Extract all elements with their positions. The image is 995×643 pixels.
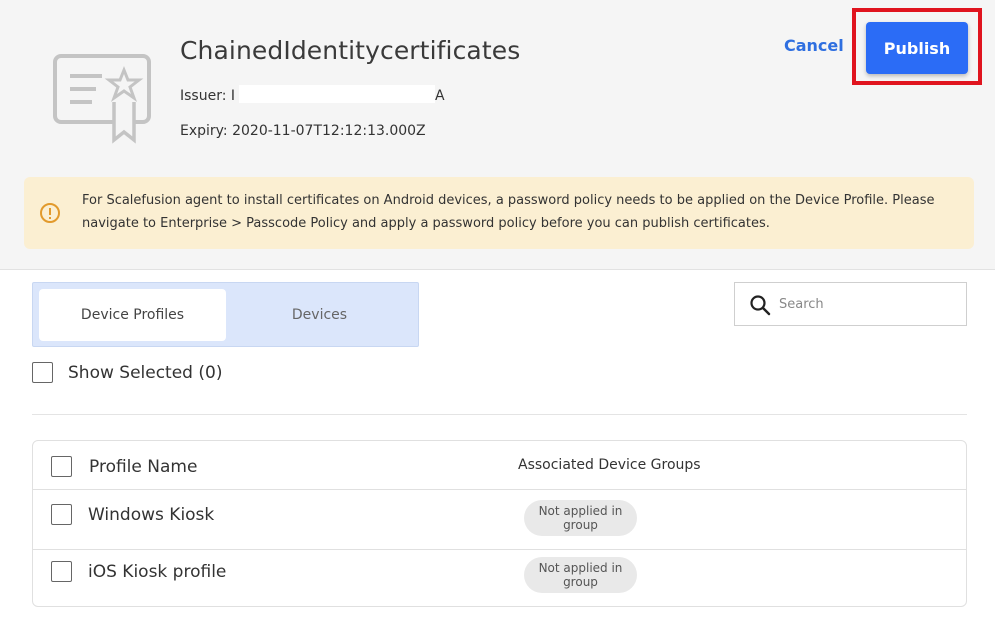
issuer-label: Issuer: — [180, 88, 227, 104]
divider — [32, 414, 967, 415]
certificate-icon — [53, 54, 151, 144]
info-icon — [40, 203, 60, 223]
search-box — [734, 282, 967, 326]
tab-device-profiles[interactable]: Device Profiles — [39, 289, 226, 341]
profile-name: iOS Kiosk profile — [88, 562, 227, 582]
profiles-table: Profile Name Associated Device Groups Wi… — [32, 440, 967, 607]
certificate-expiry: Expiry: 2020-11-07T12:12:13.000Z — [180, 123, 426, 139]
row-checkbox[interactable] — [51, 504, 72, 525]
column-header-device-groups: Associated Device Groups — [518, 457, 701, 473]
view-tabs: Device Profiles Devices — [32, 282, 419, 347]
show-selected-checkbox[interactable] — [32, 362, 53, 383]
badge-line: Not applied in — [538, 504, 623, 518]
issuer-value-end: A — [435, 88, 445, 104]
issuer-redaction — [239, 85, 436, 103]
select-all-checkbox[interactable] — [51, 456, 72, 477]
alert-text: For Scalefusion agent to install certifi… — [82, 193, 935, 231]
certificate-issuer: Issuer: I A — [180, 85, 445, 104]
show-selected-label: Show Selected (0) — [68, 363, 223, 383]
profile-name: Windows Kiosk — [88, 505, 215, 525]
badge-line: group — [563, 518, 598, 532]
row-divider — [33, 489, 966, 490]
row-checkbox[interactable] — [51, 561, 72, 582]
certificate-title: ChainedIdentitycertificates — [180, 36, 521, 65]
search-input[interactable] — [779, 291, 959, 317]
tab-devices[interactable]: Devices — [226, 289, 413, 341]
column-header-profile-name[interactable]: Profile Name — [89, 457, 197, 477]
row-divider — [33, 549, 966, 550]
password-policy-alert: For Scalefusion agent to install certifi… — [24, 177, 974, 249]
group-status-badge: Not applied in group — [524, 500, 637, 536]
badge-line: Not applied in — [538, 561, 623, 575]
group-status-badge: Not applied in group — [524, 557, 637, 593]
cancel-button[interactable]: Cancel — [784, 36, 844, 55]
certificate-header: ChainedIdentitycertificates Issuer: I A E… — [0, 0, 995, 270]
issuer-value-start: I — [230, 88, 236, 104]
badge-line: group — [563, 575, 598, 589]
search-icon — [750, 295, 771, 316]
publish-button[interactable]: Publish — [866, 22, 968, 74]
